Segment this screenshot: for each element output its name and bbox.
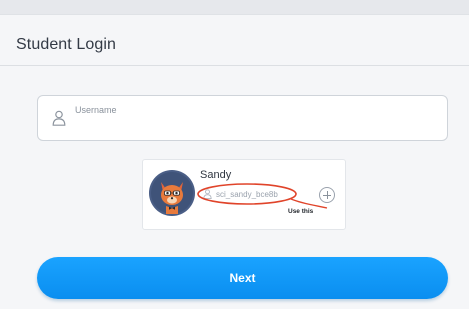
username-input[interactable]: Username xyxy=(37,95,448,141)
add-student-button[interactable] xyxy=(319,187,335,203)
next-button[interactable]: Next xyxy=(37,257,448,299)
page-title: Student Login xyxy=(16,36,117,53)
username-placeholder: Username xyxy=(75,105,117,115)
use-this-note: Use this xyxy=(288,208,314,215)
student-card[interactable]: Sandy sci_sandy_bce8b Use this xyxy=(142,159,346,230)
fox-avatar-icon xyxy=(149,170,195,216)
top-strip xyxy=(0,0,469,14)
highlight-annotation xyxy=(197,183,328,209)
user-icon xyxy=(52,110,66,126)
header: Student Login xyxy=(0,18,469,66)
